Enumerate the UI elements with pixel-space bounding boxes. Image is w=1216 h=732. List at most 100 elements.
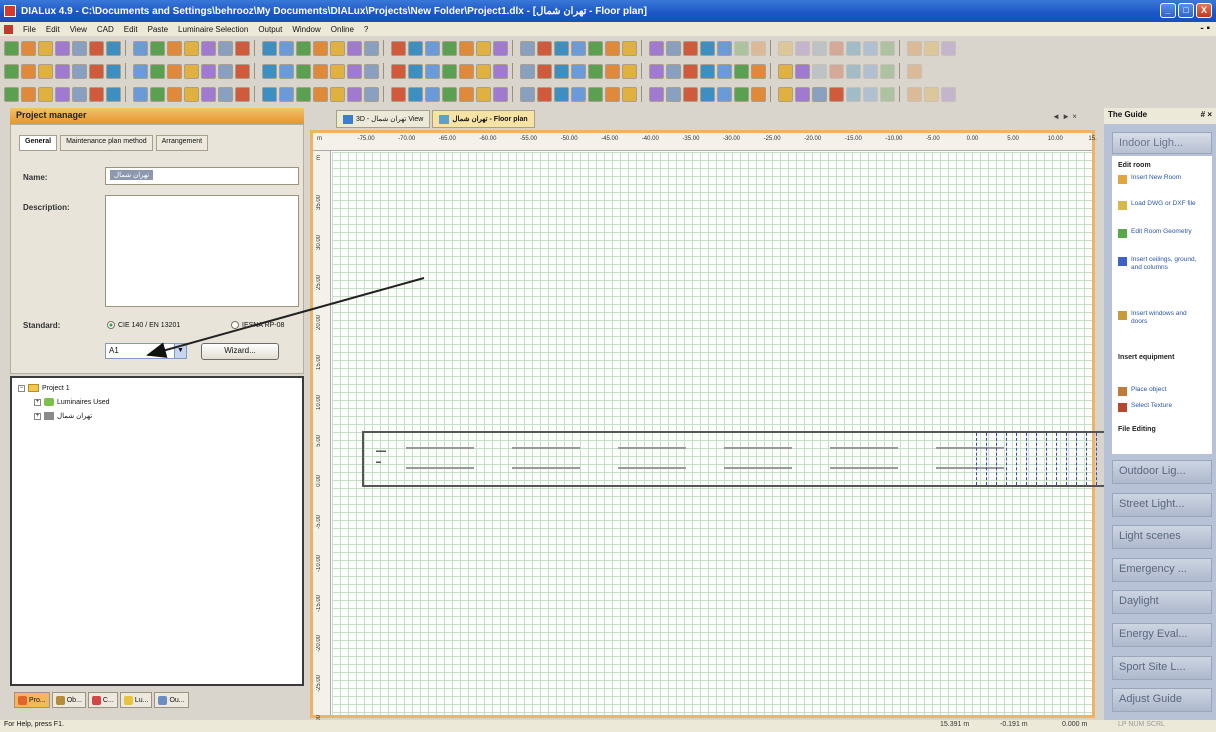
mdi-window-buttons[interactable]: - ▪	[1200, 23, 1210, 34]
menu-edit[interactable]: Edit	[46, 25, 60, 34]
tab-luminaires[interactable]: Lu...	[119, 692, 153, 708]
object-tool-icon[interactable]	[313, 86, 328, 102]
guide-close-button[interactable]: # ×	[1201, 110, 1212, 119]
standard-tool-icon[interactable]	[571, 40, 586, 56]
tab-outputs[interactable]: Ou...	[154, 692, 189, 708]
standard-tool-icon[interactable]	[924, 40, 939, 56]
standard-tool-icon[interactable]	[622, 40, 637, 56]
cad-tool-icon[interactable]	[167, 63, 182, 79]
object-tool-icon[interactable]	[683, 86, 698, 102]
standard-tool-icon[interactable]	[493, 40, 508, 56]
standard-tool-icon[interactable]	[150, 40, 165, 56]
cad-tool-icon[interactable]	[734, 63, 749, 79]
luminaire-row[interactable]	[724, 467, 792, 469]
cad-tool-icon[interactable]	[846, 63, 861, 79]
standard-tool-icon[interactable]	[21, 40, 36, 56]
cad-tool-icon[interactable]	[38, 63, 53, 79]
object-tool-icon[interactable]	[924, 86, 939, 102]
menu-edit-2[interactable]: Edit	[124, 25, 138, 34]
cad-tool-icon[interactable]	[588, 63, 603, 79]
tab-project[interactable]: Pro...	[14, 692, 50, 708]
standard-tool-icon[interactable]	[279, 40, 294, 56]
cad-tool-icon[interactable]	[184, 63, 199, 79]
cad-tool-icon[interactable]	[751, 63, 766, 79]
cad-tool-icon[interactable]	[683, 63, 698, 79]
object-tool-icon[interactable]	[106, 86, 121, 102]
cad-tool-icon[interactable]	[700, 63, 715, 79]
standard-tool-icon[interactable]	[700, 40, 715, 56]
object-tool-icon[interactable]	[880, 86, 895, 102]
object-tool-icon[interactable]	[235, 86, 250, 102]
object-tool-icon[interactable]	[459, 86, 474, 102]
object-tool-icon[interactable]	[201, 86, 216, 102]
project-tree[interactable]: − Project 1 + Luminaires Used + تهران شم…	[10, 376, 304, 686]
guide-section-3[interactable]: Emergency ...	[1112, 557, 1212, 582]
cad-tool-icon[interactable]	[476, 63, 491, 79]
object-tool-icon[interactable]	[442, 86, 457, 102]
tab-general[interactable]: General	[19, 135, 58, 151]
object-tool-icon[interactable]	[666, 86, 681, 102]
object-tool-icon[interactable]	[571, 86, 586, 102]
cad-tool-icon[interactable]	[605, 63, 620, 79]
standard-tool-icon[interactable]	[588, 40, 603, 56]
standard-tool-icon[interactable]	[38, 40, 53, 56]
object-tool-icon[interactable]	[150, 86, 165, 102]
tree-item-luminaires[interactable]: + Luminaires Used	[34, 398, 110, 406]
tab-maintenance-plan-method[interactable]: Maintenance plan method	[60, 135, 153, 151]
standard-tool-icon[interactable]	[751, 40, 766, 56]
cad-tool-icon[interactable]	[571, 63, 586, 79]
object-tool-icon[interactable]	[778, 86, 793, 102]
object-tool-icon[interactable]	[907, 86, 922, 102]
guide-item-place-object[interactable]: Place object	[1118, 386, 1204, 396]
menu-paste[interactable]: Paste	[148, 25, 168, 34]
cad-tool-icon[interactable]	[330, 63, 345, 79]
standard-tool-icon[interactable]	[734, 40, 749, 56]
cad-tool-icon[interactable]	[235, 63, 250, 79]
standard-tool-icon[interactable]	[683, 40, 698, 56]
object-tool-icon[interactable]	[649, 86, 664, 102]
standard-tool-icon[interactable]	[106, 40, 121, 56]
cad-tool-icon[interactable]	[717, 63, 732, 79]
cad-tool-icon[interactable]	[364, 63, 379, 79]
object-tool-icon[interactable]	[588, 86, 603, 102]
object-tool-icon[interactable]	[330, 86, 345, 102]
standard-tool-icon[interactable]	[863, 40, 878, 56]
cad-tool-icon[interactable]	[313, 63, 328, 79]
standard-tool-icon[interactable]	[520, 40, 535, 56]
object-tool-icon[interactable]	[795, 86, 810, 102]
object-tool-icon[interactable]	[493, 86, 508, 102]
cad-tool-icon[interactable]	[795, 63, 810, 79]
standard-tool-icon[interactable]	[218, 40, 233, 56]
cad-grid[interactable]: ▬▬ ▬	[332, 152, 1111, 715]
guide-section-0[interactable]: Outdoor Lig...	[1112, 460, 1212, 484]
standard-tool-icon[interactable]	[425, 40, 440, 56]
standard-tool-icon[interactable]	[941, 40, 956, 56]
standard-tool-icon[interactable]	[846, 40, 861, 56]
menu-window[interactable]: Window	[292, 25, 320, 34]
cad-tool-icon[interactable]	[666, 63, 681, 79]
guide-item-select-texture[interactable]: Select Texture	[1118, 402, 1204, 412]
object-tool-icon[interactable]	[717, 86, 732, 102]
tab-objects[interactable]: Ob...	[51, 692, 86, 708]
object-tool-icon[interactable]	[734, 86, 749, 102]
standard-tool-icon[interactable]	[795, 40, 810, 56]
standard-tool-icon[interactable]	[262, 40, 277, 56]
standard-tool-icon[interactable]	[89, 40, 104, 56]
guide-section-6[interactable]: Sport Site L...	[1112, 655, 1212, 680]
luminaire-row[interactable]	[406, 447, 474, 449]
document-tab-navigation[interactable]: ◄ ► ×	[1052, 112, 1077, 121]
luminaire-row[interactable]	[512, 447, 580, 449]
standard-tool-icon[interactable]	[605, 40, 620, 56]
object-tool-icon[interactable]	[262, 86, 277, 102]
standard-tool-icon[interactable]	[649, 40, 664, 56]
standard-radio-iesna[interactable]: IESNA RP-08	[231, 321, 284, 329]
tab-colors[interactable]: C...	[87, 692, 118, 708]
object-tool-icon[interactable]	[184, 86, 199, 102]
maximize-button[interactable]: □	[1178, 3, 1194, 18]
standard-tool-icon[interactable]	[201, 40, 216, 56]
cad-tool-icon[interactable]	[649, 63, 664, 79]
standard-tool-icon[interactable]	[296, 40, 311, 56]
cad-tool-icon[interactable]	[537, 63, 552, 79]
object-tool-icon[interactable]	[167, 86, 182, 102]
object-tool-icon[interactable]	[829, 86, 844, 102]
